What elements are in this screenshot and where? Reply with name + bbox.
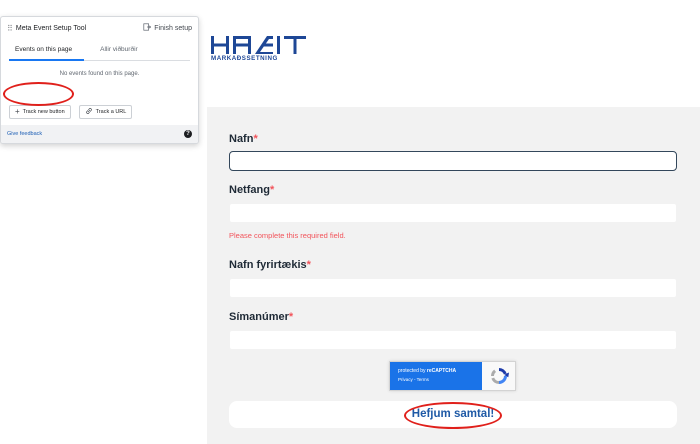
recaptcha-privacy-terms[interactable]: Privacy - Terms [398, 377, 482, 382]
recaptcha-badge[interactable]: protected by reCAPTCHA Privacy - Terms [389, 361, 516, 391]
recaptcha-protected-line: protected by reCAPTCHA [398, 368, 482, 374]
brand-logo[interactable]: MARKAÐSSETNING [211, 36, 307, 64]
recaptcha-brand: reCAPTCHA [426, 368, 457, 374]
required-asterisk: * [269, 184, 275, 196]
panel-header: ⠿ Meta Event Setup Tool Finish setup [1, 17, 198, 39]
help-icon[interactable]: ? [184, 130, 192, 138]
required-asterisk: * [253, 133, 258, 145]
brand-tagline: MARKAÐSSETNING [211, 55, 278, 62]
panel-tabs: Events on this page Allir viðburðir [9, 39, 190, 61]
recaptcha-logo-icon [482, 362, 515, 390]
panel-footer: Give feedback ? [1, 125, 198, 143]
brand-wordmark-icon [211, 36, 306, 54]
give-feedback-link[interactable]: Give feedback [7, 131, 42, 137]
link-icon [85, 107, 93, 117]
panel-title: Meta Event Setup Tool [15, 24, 87, 32]
company-label-text: Nafn fyrirtækis [229, 259, 307, 271]
phone-label: Símanúmer* [229, 311, 293, 323]
track-url-button[interactable]: Track a URL [78, 105, 133, 119]
tab-all-events[interactable]: Allir viðburðir [94, 39, 144, 60]
email-input[interactable] [229, 203, 677, 223]
exit-icon [143, 23, 152, 33]
finish-setup-button[interactable]: Finish setup [143, 23, 192, 33]
name-label-text: Nafn [229, 133, 254, 145]
required-asterisk: * [306, 259, 311, 271]
name-label: Nafn* [229, 133, 258, 145]
phone-input[interactable] [229, 330, 677, 350]
event-setup-tool-panel: ⠿ Meta Event Setup Tool Finish setup Eve… [0, 16, 199, 144]
empty-events-message: No events found on this page. [59, 71, 140, 77]
phone-label-text: Símanúmer [229, 311, 289, 323]
submit-button[interactable]: Hefjum samtal! [229, 401, 677, 428]
plus-icon: + [15, 107, 20, 116]
email-error-message: Please complete this required field. [229, 231, 346, 240]
email-label: Netfang* [229, 184, 274, 196]
panel-actions: + Track new button Track a URL [9, 105, 133, 119]
company-label: Nafn fyrirtækis* [229, 259, 311, 271]
track-new-button[interactable]: + Track new button [9, 105, 71, 119]
name-input[interactable] [229, 151, 677, 171]
submit-container: Hefjum samtal! [229, 401, 677, 428]
track-url-label: Track a URL [95, 109, 127, 115]
email-label-text: Netfang [229, 184, 270, 196]
company-input[interactable] [229, 278, 677, 298]
finish-setup-label: Finish setup [154, 24, 192, 32]
track-new-button-label: Track new button [22, 109, 65, 115]
recaptcha-text-panel: protected by reCAPTCHA Privacy - Terms [390, 362, 482, 390]
tab-events-on-this-page[interactable]: Events on this page [9, 39, 85, 61]
drag-handle-icon[interactable]: ⠿ [7, 24, 13, 33]
recaptcha-prefix: protected by [398, 368, 427, 374]
required-asterisk: * [288, 311, 294, 323]
